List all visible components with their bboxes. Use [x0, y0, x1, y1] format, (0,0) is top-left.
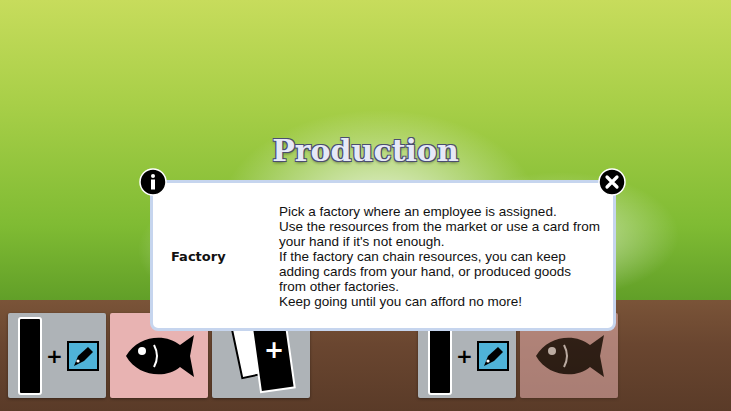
dialog-line: Keep going until you can afford no more!: [279, 294, 601, 309]
dialog-line: Pick a factory where an employee is assi…: [279, 204, 601, 219]
dialog-label: Factory: [171, 247, 279, 267]
pen-icon: [477, 341, 509, 371]
plus-sign: +: [264, 338, 284, 362]
info-icon[interactable]: [139, 168, 167, 196]
hand-card[interactable]: +: [8, 313, 106, 398]
plus-sign: +: [456, 346, 473, 366]
card-face: +: [8, 313, 106, 398]
dialog-line: Use the resources from the market or use…: [279, 219, 601, 249]
dialog-text: Pick a factory where an employee is assi…: [279, 204, 601, 309]
help-dialog: Factory Pick a factory where an employee …: [150, 180, 616, 331]
close-icon[interactable]: [598, 168, 626, 196]
card-bar-icon: [18, 317, 42, 395]
game-scene: + + + Production Factory Pick a factory where…: [0, 0, 731, 411]
screen-title: Production: [0, 134, 731, 167]
dialog-line: If the factory can chain resources, you …: [279, 249, 601, 294]
fish-icon: [530, 331, 608, 381]
fish-icon: [120, 331, 198, 381]
pen-icon: [67, 341, 99, 371]
plus-sign: +: [46, 346, 63, 366]
